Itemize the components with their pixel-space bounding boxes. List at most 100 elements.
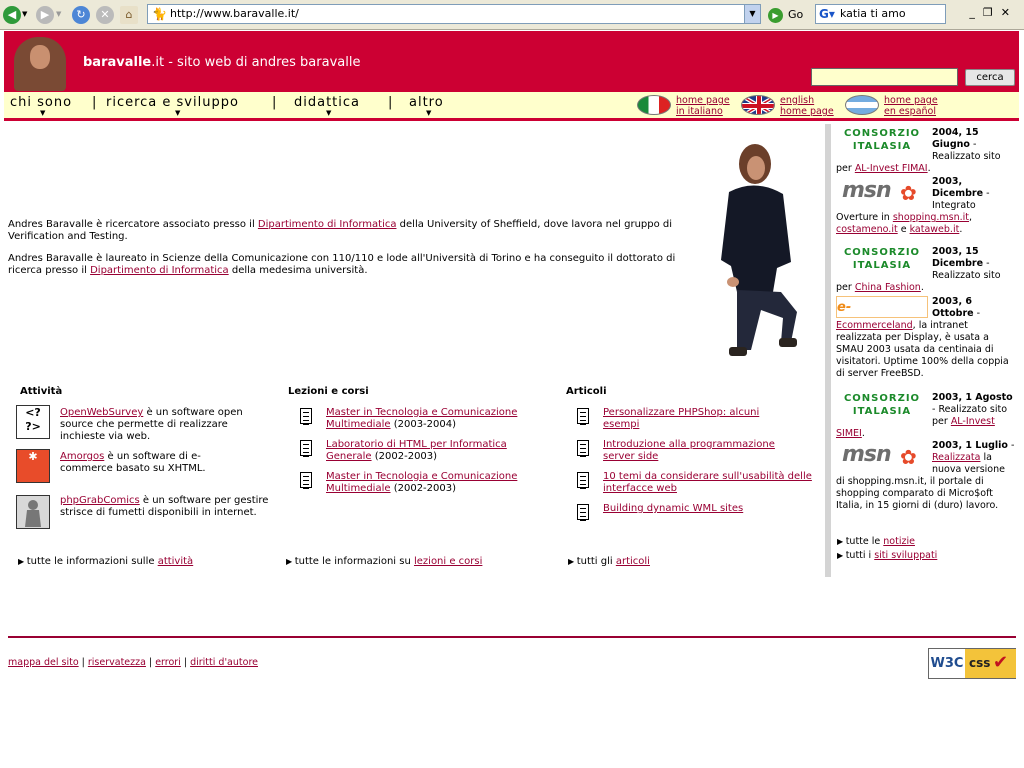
google-icon: G▾	[819, 7, 835, 21]
address-bar[interactable]: 🐈 http://www.baravalle.it/ ▼	[147, 4, 761, 24]
back-dropdown-icon[interactable]: ▼	[22, 10, 27, 18]
document-icon	[577, 504, 589, 521]
news-more-link[interactable]: notizie	[883, 536, 915, 547]
google-search-value: katia ti amo	[840, 7, 906, 20]
google-search-field[interactable]: G▾ katia ti amo	[815, 4, 946, 24]
activity-item: OpenWebSurvey è un software open source …	[60, 407, 243, 442]
nav-didattica[interactable]: didattica	[294, 95, 360, 110]
consorzio-italasia-logo: CONSORZIO ITALASIA	[843, 128, 921, 152]
article-item: 10 temi da considerare sull'usabilità de…	[603, 471, 813, 495]
main-nav: chi sono ▼ | ricerca e sviluppo ▼ | dida…	[4, 92, 1019, 121]
site-tagline: - sito web di andres baravalle	[164, 55, 361, 70]
news-link[interactable]: costameno.it	[836, 224, 898, 235]
news-link[interactable]: China Fashion	[855, 282, 921, 293]
news-item: CONSORZIO ITALASIA 2004, 15 Giugno - Rea…	[836, 127, 1001, 174]
document-icon	[577, 472, 589, 489]
footer-link-errori[interactable]: errori	[155, 657, 181, 668]
consorzio-italasia-logo: CONSORZIO ITALASIA	[843, 393, 921, 417]
news-link[interactable]: kataweb.it	[910, 224, 960, 235]
lezioni-more-link[interactable]: lezioni e corsi	[414, 556, 482, 567]
document-icon	[577, 440, 589, 457]
news-link[interactable]: Ecommerceland	[836, 320, 913, 331]
address-dropdown-icon[interactable]: ▼	[744, 5, 760, 23]
news-column: CONSORZIO ITALASIA 2004, 15 Giugno - Rea…	[833, 124, 1021, 577]
nav-separator: |	[388, 95, 393, 110]
attivita-heading: Attività	[20, 386, 63, 397]
footer-link-mappa[interactable]: mappa del sito	[8, 657, 79, 668]
openwebsurvey-link[interactable]: OpenWebSurvey	[60, 407, 143, 418]
article-item: Building dynamic WML sites	[603, 503, 813, 515]
nav-ricerca-e-sviluppo[interactable]: ricerca e sviluppo	[106, 95, 239, 110]
news-more: ▶ tutti i siti sviluppati	[837, 550, 938, 561]
article-link[interactable]: 10 temi da considerare sull'usabilità de…	[603, 471, 812, 494]
crab-icon[interactable]: ✱	[16, 449, 50, 483]
site-title: baravalle.it - sito web di andres barava…	[83, 55, 360, 70]
w3c-css-badge[interactable]: W3C css ✔	[928, 648, 1016, 679]
course-item: Laboratorio di HTML per Informatica Gene…	[326, 439, 507, 462]
comics-figure-icon[interactable]	[16, 495, 50, 529]
news-more-link[interactable]: siti sviluppati	[874, 550, 937, 561]
uk-flag-icon[interactable]	[741, 95, 775, 115]
footer-link-diritti[interactable]: diritti d'autore	[190, 657, 258, 668]
argentina-flag-icon[interactable]	[845, 95, 879, 115]
site-search-input[interactable]	[811, 68, 958, 86]
checkmark-icon: ✔	[993, 652, 1009, 673]
restore-icon[interactable]: ❐	[983, 6, 1001, 19]
forward-dropdown-icon[interactable]: ▼	[56, 10, 61, 18]
lang-link-english[interactable]: english home page	[780, 95, 834, 117]
news-link[interactable]: Realizzata	[932, 452, 980, 463]
dip-informatica-link[interactable]: Dipartimento di Informatica	[258, 219, 397, 230]
lezioni-heading: Lezioni e corsi	[288, 386, 369, 397]
column-separator	[825, 124, 831, 577]
go-button[interactable]: ▶ Go	[768, 5, 808, 25]
home-icon[interactable]: ⌂	[120, 6, 138, 24]
nav-chi-sono[interactable]: chi sono	[10, 95, 72, 110]
dip-informatica-link[interactable]: Dipartimento di Informatica	[90, 265, 229, 276]
site-search-button[interactable]: cerca	[965, 69, 1015, 86]
css-label: css	[965, 649, 1016, 678]
close-icon[interactable]: ✕	[1001, 6, 1018, 19]
news-item: msn ✿ 2003, Dicembre - Integrato Overture…	[836, 176, 990, 235]
phpgrabcomics-link[interactable]: phpGrabComics	[60, 495, 140, 506]
chevron-down-icon: ▼	[40, 109, 46, 117]
news-link[interactable]: shopping.msn.it	[893, 212, 969, 223]
intro-text: Andres Baravalle è ricercatore associato…	[8, 219, 698, 287]
back-icon[interactable]: ◀	[3, 6, 21, 24]
nav-altro[interactable]: altro	[409, 95, 444, 110]
amorgos-link[interactable]: Amorgos	[60, 451, 104, 462]
course-item: Master in Tecnologia e Comunicazione Mul…	[326, 471, 518, 494]
author-avatar	[14, 37, 66, 91]
chevron-down-icon: ▼	[175, 109, 181, 117]
stop-icon[interactable]: ✕	[96, 6, 114, 24]
news-link[interactable]: AL-Invest FIMAI	[855, 163, 928, 174]
article-link[interactable]: Building dynamic WML sites	[603, 503, 743, 514]
site-name: baravalle	[83, 55, 152, 70]
msn-butterfly-icon: ✿	[900, 181, 917, 205]
survey-icon[interactable]: <? ?>	[16, 405, 50, 439]
minimize-icon[interactable]: _	[969, 6, 983, 19]
forward-icon[interactable]: ▶	[36, 6, 54, 24]
arrow-right-icon: ▶	[837, 537, 846, 546]
articoli-more-link[interactable]: articoli	[616, 556, 650, 567]
article-link[interactable]: Personalizzare PHPShop: alcuni esempi	[603, 407, 759, 430]
footer-divider	[8, 636, 1016, 638]
attivita-more-link[interactable]: attività	[158, 556, 194, 567]
page-icon: 🐈	[152, 7, 167, 21]
italian-flag-icon[interactable]	[637, 95, 671, 115]
go-label: Go	[788, 8, 804, 21]
news-item: e-commerceland 2003, 6 Ottobre - Ecommer…	[836, 296, 1009, 379]
refresh-icon[interactable]: ↻	[72, 6, 90, 24]
article-item: Introduzione alla programmazione server …	[603, 439, 808, 463]
document-icon	[300, 440, 312, 457]
lang-link-italian[interactable]: home page in italiano	[676, 95, 730, 117]
footer-link-riservatezza[interactable]: riservatezza	[88, 657, 146, 668]
attivita-more: ▶ tutte le informazioni sulle attività	[18, 556, 194, 567]
news-item: CONSORZIO ITALASIA 2003, 1 Agosto - Real…	[836, 392, 1013, 439]
site-header: baravalle.it - sito web di andres barava…	[4, 31, 1019, 92]
news-item: msn ✿ 2003, 1 Luglio - Realizzata la nuov…	[836, 440, 1015, 511]
document-icon	[577, 408, 589, 425]
ecommerceland-logo: e-commerceland	[836, 296, 928, 318]
article-link[interactable]: Introduzione alla programmazione server …	[603, 439, 775, 462]
lang-link-spanish[interactable]: home page en español	[884, 95, 938, 117]
address-url: http://www.baravalle.it/	[170, 7, 299, 20]
